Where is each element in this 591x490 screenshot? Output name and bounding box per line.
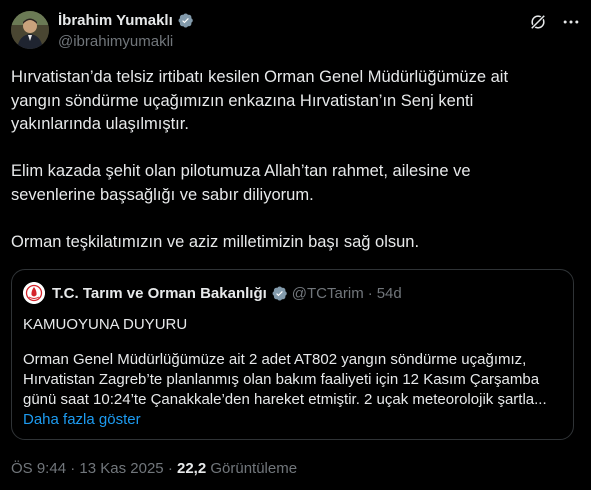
views-count[interactable]: 22,2 [177, 460, 206, 477]
tweet-time[interactable]: ÖS 9:44 [11, 460, 66, 477]
more-horizontal-icon[interactable] [561, 12, 581, 32]
meta-separator-2: · [167, 460, 173, 477]
quoted-tweet[interactable]: T.C. Tarım ve Orman Bakanlığı @TCTarim ·… [11, 269, 574, 440]
tweet-text: Hırvatistan’da telsiz irtibatı kesilen O… [11, 68, 509, 251]
quote-title: KAMUOYUNA DUYURU [23, 316, 188, 333]
verified-badge-icon [178, 13, 193, 28]
show-more-link[interactable]: Daha fazla göster [23, 411, 141, 428]
grok-icon[interactable] [528, 12, 548, 32]
tweet: İbrahim Yumaklı @ibrahimyumakli Hırvatis… [0, 0, 591, 490]
profile-photo-icon [11, 11, 49, 49]
author-name[interactable]: İbrahim Yumaklı [58, 12, 194, 29]
author-name-text[interactable]: İbrahim Yumaklı [58, 12, 173, 29]
quote-author-name[interactable]: T.C. Tarım ve Orman Bakanlığı [52, 285, 267, 302]
quote-text: Orman Genel Müdürlüğümüze ait 2 adet AT8… [23, 351, 547, 408]
meta-separator: · [70, 460, 76, 477]
author-handle[interactable]: @ibrahimyumakli [58, 33, 173, 50]
views-label: Görüntüleme [210, 460, 298, 477]
ministry-logo-icon [23, 282, 45, 304]
author-avatar[interactable] [11, 11, 49, 49]
quote-author-handle[interactable]: @TCTarim [292, 285, 364, 302]
quote-header: T.C. Tarım ve Orman Bakanlığı @TCTarim ·… [52, 285, 402, 302]
verified-badge-icon [272, 286, 287, 301]
quote-age[interactable]: 54d [377, 285, 402, 302]
tweet-meta: ÖS 9:44 · 13 Kas 2025 · 22,2 Görüntüleme [11, 460, 297, 477]
quote-separator: · [367, 285, 373, 302]
quote-author-avatar[interactable] [23, 282, 45, 304]
tweet-date[interactable]: 13 Kas 2025 [79, 460, 163, 477]
